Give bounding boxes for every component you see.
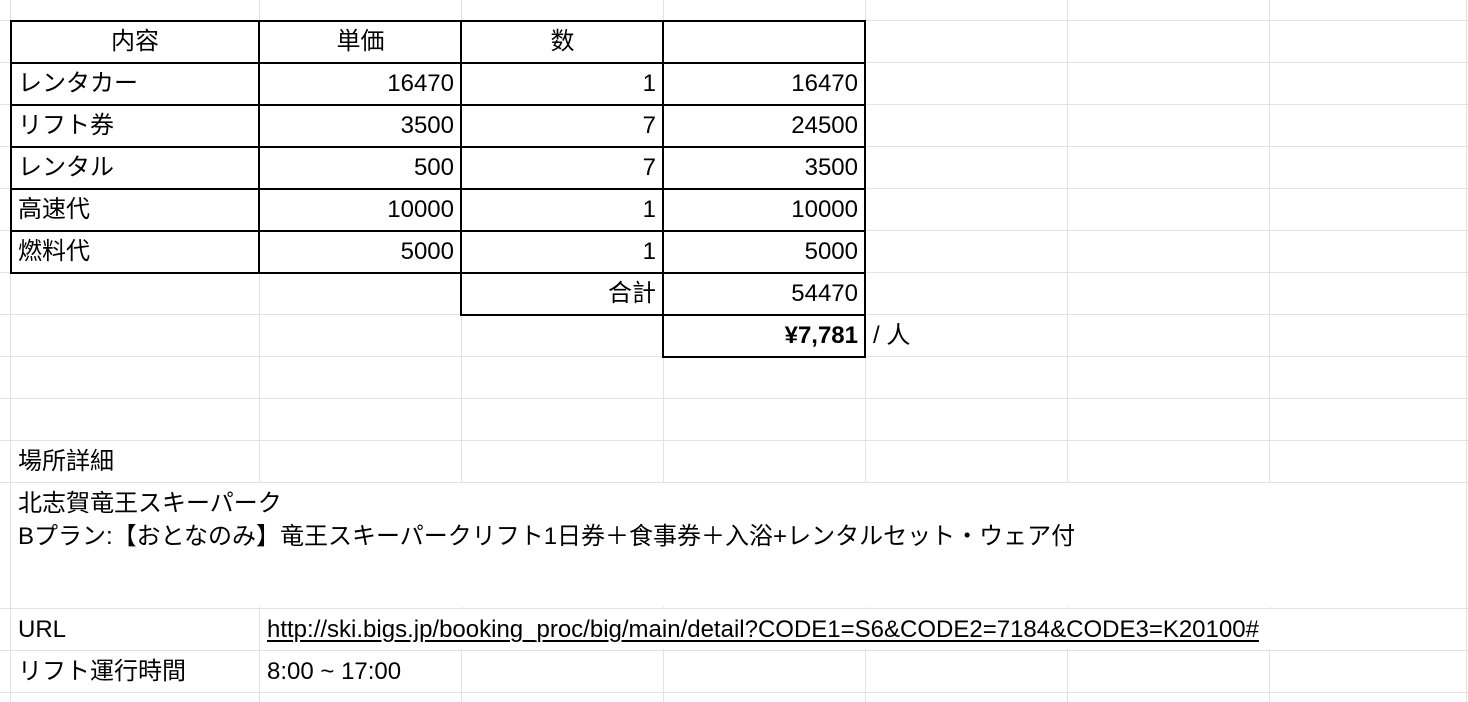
row-price-cell[interactable]: 5000 xyxy=(260,231,461,273)
per-person-unit-cell[interactable]: / 人 xyxy=(866,315,1067,357)
row-total-cell[interactable]: 16470 xyxy=(664,63,865,105)
hours-value-cell[interactable]: 8:00 ~ 17:00 xyxy=(260,651,461,693)
header-item[interactable]: 内容 xyxy=(11,21,259,63)
location-name-text: 北志賀竜王スキーパーク xyxy=(18,490,282,517)
row-item-cell[interactable]: レンタル xyxy=(11,147,259,189)
row-total-cell[interactable]: 5000 xyxy=(664,231,865,273)
header-price[interactable]: 単価 xyxy=(260,21,461,63)
url-link[interactable]: http://ski.bigs.jp/booking_proc/big/main… xyxy=(267,616,1259,643)
header-total[interactable] xyxy=(664,21,865,63)
row-price-cell[interactable]: 16470 xyxy=(260,63,461,105)
row-qty-cell[interactable]: 7 xyxy=(462,105,663,147)
row-total-cell[interactable]: 3500 xyxy=(664,147,865,189)
sum-label-cell[interactable]: 合計 xyxy=(462,273,663,315)
spreadsheet-grid: 内容 単価 数 レンタカー 16470 1 16470 リフト券 3500 7 … xyxy=(0,0,1468,702)
header-qty[interactable]: 数 xyxy=(462,21,663,63)
row-price-cell[interactable]: 10000 xyxy=(260,189,461,231)
row-price-cell[interactable]: 500 xyxy=(260,147,461,189)
row-item-cell[interactable]: リフト券 xyxy=(11,105,259,147)
location-label-cell[interactable]: 場所詳細 xyxy=(11,441,259,483)
grid-line xyxy=(1466,0,1467,702)
row-qty-cell[interactable]: 7 xyxy=(462,147,663,189)
grid-line xyxy=(0,398,1468,399)
row-qty-cell[interactable]: 1 xyxy=(462,231,663,273)
row-item-cell[interactable]: 高速代 xyxy=(11,189,259,231)
row-item-cell[interactable]: 燃料代 xyxy=(11,231,259,273)
row-total-cell[interactable]: 24500 xyxy=(664,105,865,147)
plan-text: Bプラン:【おとなのみ】竜王スキーパークリフト1日券＋食事券＋入浴+レンタルセッ… xyxy=(18,523,1076,550)
url-label-cell[interactable]: URL xyxy=(11,609,259,651)
url-cell[interactable]: http://ski.bigs.jp/booking_proc/big/main… xyxy=(260,609,1360,651)
row-total-cell[interactable]: 10000 xyxy=(664,189,865,231)
row-item-cell[interactable]: レンタカー xyxy=(11,63,259,105)
sum-value-cell[interactable]: 54470 xyxy=(664,273,865,315)
hours-label-cell[interactable]: リフト運行時間 xyxy=(11,651,259,693)
row-qty-cell[interactable]: 1 xyxy=(462,189,663,231)
row-price-cell[interactable]: 3500 xyxy=(260,105,461,147)
per-person-value-cell[interactable]: ¥7,781 xyxy=(664,315,865,357)
row-qty-cell[interactable]: 1 xyxy=(462,63,663,105)
